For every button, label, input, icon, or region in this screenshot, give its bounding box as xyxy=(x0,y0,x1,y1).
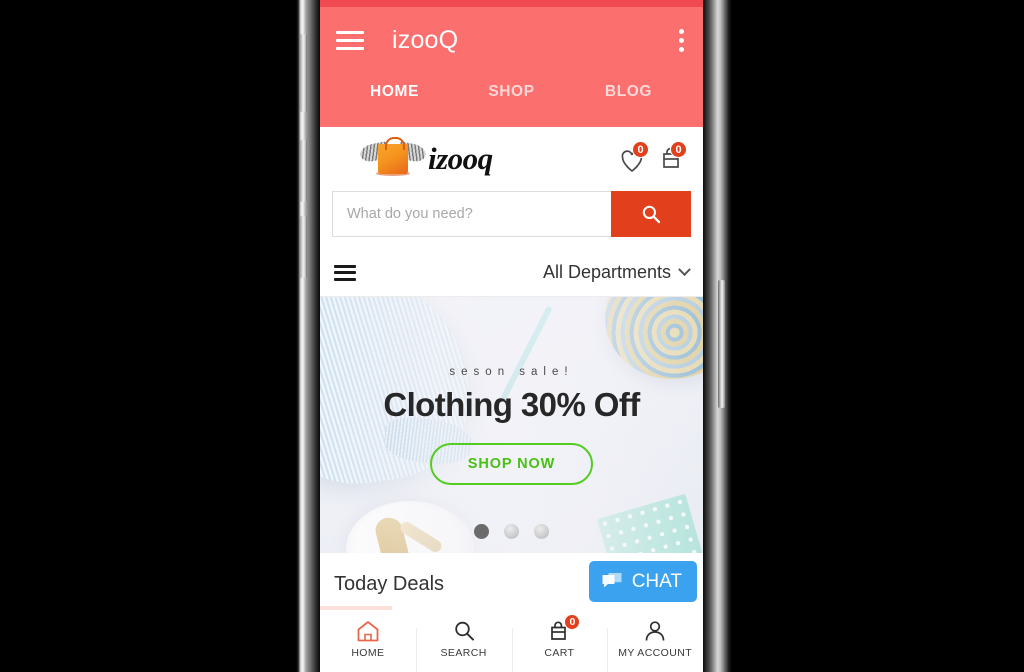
chat-bubble-icon xyxy=(602,572,622,587)
today-deals-title: Today Deals xyxy=(334,573,445,595)
departments-bar: All Departments xyxy=(320,249,703,297)
chat-button-label: CHAT xyxy=(631,570,682,592)
bottom-nav-home-label: HOME xyxy=(351,647,385,659)
status-bar xyxy=(320,0,703,7)
hero-carousel[interactable]: seson sale! Clothing 30% Off SHOP NOW xyxy=(320,297,703,553)
app-bar-top-row: izooQ xyxy=(336,7,687,73)
wishlist-count-badge: 0 xyxy=(632,141,649,158)
power-button[interactable] xyxy=(718,280,725,408)
bottom-nav-search-label: SEARCH xyxy=(440,647,487,659)
hero-title: Clothing 30% Off xyxy=(383,385,640,423)
phone-screen: izooQ HOME SHOP BLOG izooq 0 0 What do y… xyxy=(320,0,703,672)
chat-button[interactable]: CHAT xyxy=(588,561,697,602)
person-icon xyxy=(642,619,668,643)
app-bar-tabs: HOME SHOP BLOG xyxy=(336,73,687,127)
carousel-dot-1[interactable] xyxy=(474,524,489,539)
home-icon xyxy=(355,619,381,643)
bottom-navigation-bar: HOME SEARCH 0 CART MY ACCOUNT xyxy=(320,606,703,672)
app-bar: izooQ HOME SHOP BLOG xyxy=(320,7,703,127)
cart-icon[interactable]: 0 xyxy=(657,141,687,174)
tab-home[interactable]: HOME xyxy=(336,83,453,101)
hamburger-menu-icon[interactable] xyxy=(336,30,364,50)
bottom-nav-search[interactable]: SEARCH xyxy=(415,606,512,672)
search-bar xyxy=(320,191,703,249)
search-icon xyxy=(451,619,477,643)
tab-shop[interactable]: SHOP xyxy=(453,83,570,101)
phone-right-edge xyxy=(702,0,732,672)
logo-wordmark: izooq xyxy=(428,141,493,176)
search-icon xyxy=(642,205,661,224)
departments-menu-icon[interactable] xyxy=(334,264,356,281)
search-input[interactable] xyxy=(332,191,611,237)
kebab-menu-icon[interactable] xyxy=(675,25,687,56)
hero-kicker: seson sale! xyxy=(449,365,574,378)
volume-down-button[interactable] xyxy=(300,216,307,278)
carousel-dot-2[interactable] xyxy=(504,524,519,539)
carousel-dot-3[interactable] xyxy=(534,524,549,539)
hero-content: seson sale! Clothing 30% Off SHOP NOW xyxy=(320,297,703,553)
cart-count-badge: 0 xyxy=(670,141,687,158)
chevron-down-icon xyxy=(678,263,691,277)
site-header: izooq 0 0 xyxy=(320,127,703,191)
header-icon-group: 0 0 xyxy=(619,141,691,174)
wishlist-icon[interactable]: 0 xyxy=(619,141,649,174)
tab-blog[interactable]: BLOG xyxy=(570,83,687,101)
cart-icon: 0 xyxy=(546,614,581,643)
shop-now-button[interactable]: SHOP NOW xyxy=(429,442,594,485)
volume-up-button[interactable] xyxy=(300,140,307,202)
bottom-nav-my-account[interactable]: MY ACCOUNT xyxy=(607,606,703,672)
bottom-nav-cart[interactable]: 0 CART xyxy=(511,606,608,672)
all-departments-label: All Departments xyxy=(542,262,671,282)
all-departments-dropdown[interactable]: All Departments xyxy=(542,262,691,283)
search-submit-button[interactable] xyxy=(611,191,691,237)
bottom-nav-cart-label: CART xyxy=(544,647,575,659)
app-title: izooQ xyxy=(392,25,459,54)
bottom-nav-home[interactable]: HOME xyxy=(320,606,416,672)
bottom-nav-account-label: MY ACCOUNT xyxy=(618,647,693,659)
mute-switch-button[interactable] xyxy=(300,34,307,112)
bottom-nav-cart-badge: 0 xyxy=(564,614,581,630)
site-logo[interactable]: izooq xyxy=(359,137,493,180)
screenshot-stage: izooQ HOME SHOP BLOG izooq 0 0 What do y… xyxy=(0,0,1024,672)
winged-shopping-bag-logo xyxy=(359,137,427,180)
carousel-indicators xyxy=(320,524,703,539)
